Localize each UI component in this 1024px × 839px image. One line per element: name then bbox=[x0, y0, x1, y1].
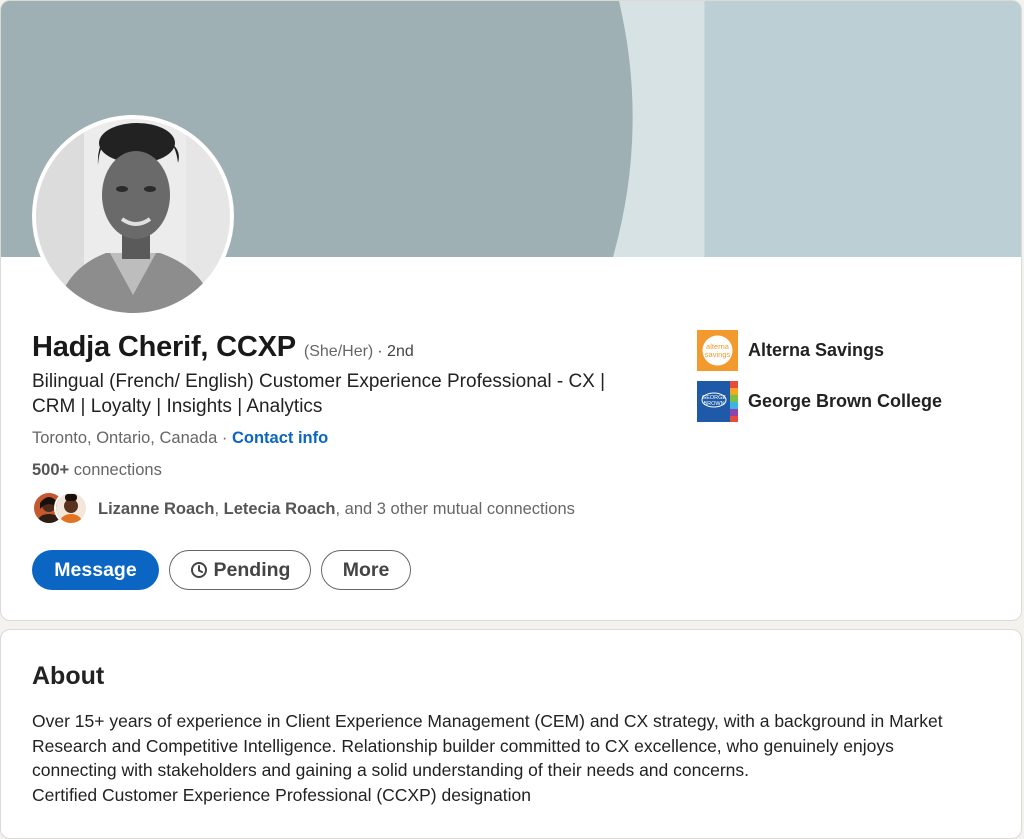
about-line: Over 15+ years of experience in Client E… bbox=[32, 711, 943, 731]
connections-label: connections bbox=[73, 461, 162, 479]
mutual-avatars bbox=[32, 491, 88, 527]
about-card: About Over 15+ years of experience in Cl… bbox=[0, 629, 1022, 839]
profile-headline: Bilingual (French/ English) Customer Exp… bbox=[32, 369, 672, 419]
about-line: connecting with stakeholders and gaining… bbox=[32, 760, 750, 780]
alterna-logo-icon: alterna savings bbox=[697, 329, 738, 371]
george-brown-logo-icon: GEORGE BROWN bbox=[697, 380, 738, 422]
connections-count: 500+ bbox=[32, 461, 70, 479]
org-george-brown-college[interactable]: GEORGE BROWN George Brown College bbox=[697, 380, 942, 422]
headline-line-2: CRM | Loyalty | Insights | Analytics bbox=[32, 396, 323, 417]
mutual-name-1: Lizanne Roach bbox=[98, 499, 215, 518]
svg-text:BROWN: BROWN bbox=[703, 401, 724, 407]
pending-button-label: Pending bbox=[213, 558, 291, 581]
pending-button[interactable]: Pending bbox=[169, 550, 311, 590]
org-list: alterna savings Alterna Savings GEORGE B… bbox=[697, 329, 942, 431]
about-line: Certified Customer Experience Profession… bbox=[32, 784, 531, 805]
location-row: Toronto, Ontario, Canada · Contact info bbox=[32, 429, 328, 448]
org-name-george-brown: George Brown College bbox=[748, 390, 943, 411]
connection-degree: · 2nd bbox=[377, 343, 414, 360]
profile-photo[interactable] bbox=[32, 115, 234, 317]
about-text: Over 15+ years of experience in Client E… bbox=[32, 709, 1002, 807]
mutual-connections-text: Lizanne Roach, Letecia Roach, and 3 othe… bbox=[98, 500, 575, 519]
contact-info-link[interactable]: Contact info bbox=[232, 429, 328, 447]
profile-photo-image bbox=[36, 119, 230, 313]
about-title: About bbox=[32, 662, 105, 690]
profile-pronouns: (She/Her) bbox=[303, 343, 374, 360]
profile-actions: Message Pending More bbox=[32, 550, 411, 590]
connections-count-link[interactable]: 500+ connections bbox=[32, 461, 162, 480]
mutual-suffix: , and 3 other mutual connections bbox=[335, 499, 575, 518]
svg-text:savings: savings bbox=[705, 350, 731, 359]
about-line: Research and Competitive Intelligence. R… bbox=[32, 735, 894, 756]
profile-name: Hadja Cherif, CCXP bbox=[32, 331, 296, 363]
headline-line-1: Bilingual (French/ English) Customer Exp… bbox=[32, 371, 606, 392]
clock-icon bbox=[190, 562, 207, 578]
org-name-alterna: Alterna Savings bbox=[748, 339, 885, 360]
location-separator: · bbox=[221, 429, 228, 447]
message-button[interactable]: Message bbox=[32, 550, 159, 590]
mutual-avatar-2 bbox=[54, 491, 88, 525]
mutual-connections[interactable]: Lizanne Roach, Letecia Roach, and 3 othe… bbox=[32, 491, 575, 527]
profile-name-row: Hadja Cherif, CCXP (She/Her) · 2nd bbox=[32, 331, 414, 364]
profile-location: Toronto, Ontario, Canada bbox=[32, 429, 218, 447]
org-alterna-savings[interactable]: alterna savings Alterna Savings bbox=[697, 329, 942, 371]
profile-card: Hadja Cherif, CCXP (She/Her) · 2nd Bilin… bbox=[0, 0, 1022, 621]
mutual-name-2: Letecia Roach bbox=[223, 499, 336, 518]
mutual-separator: , bbox=[214, 499, 220, 518]
more-button[interactable]: More bbox=[321, 550, 411, 590]
